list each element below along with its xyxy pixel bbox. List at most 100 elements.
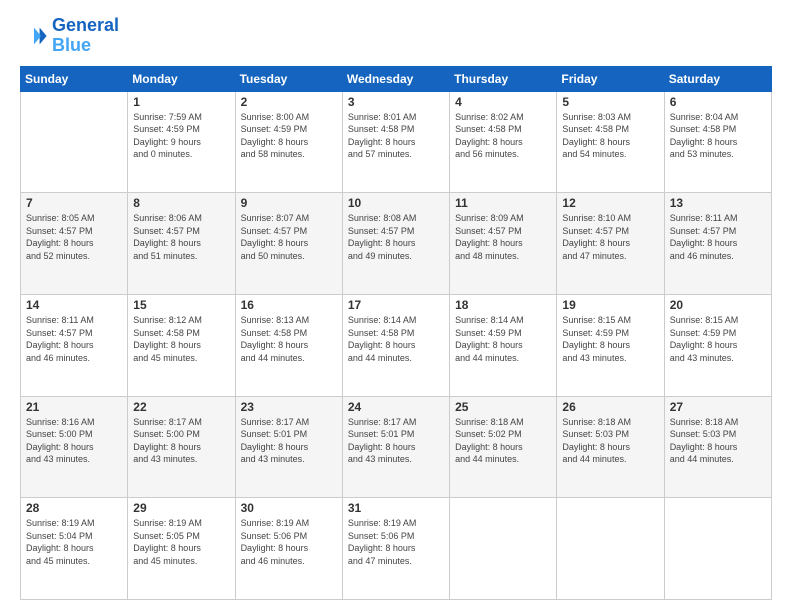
day-info: Sunrise: 8:10 AM Sunset: 4:57 PM Dayligh… — [562, 212, 658, 262]
weekday-header-saturday: Saturday — [664, 66, 771, 91]
day-number: 10 — [348, 196, 444, 210]
day-info: Sunrise: 8:19 AM Sunset: 5:06 PM Dayligh… — [348, 517, 444, 567]
calendar-cell: 11 Sunrise: 8:09 AM Sunset: 4:57 PM Dayli… — [450, 193, 557, 295]
day-number: 31 — [348, 501, 444, 515]
weekday-header-monday: Monday — [128, 66, 235, 91]
day-number: 24 — [348, 400, 444, 414]
day-number: 7 — [26, 196, 122, 210]
day-info: Sunrise: 8:19 AM Sunset: 5:05 PM Dayligh… — [133, 517, 229, 567]
day-number: 11 — [455, 196, 551, 210]
day-info: Sunrise: 8:18 AM Sunset: 5:02 PM Dayligh… — [455, 416, 551, 466]
calendar-cell: 17Sunrise: 8:14 AM Sunset: 4:58 PM Dayli… — [342, 294, 449, 396]
day-number: 14 — [26, 298, 122, 312]
day-info: Sunrise: 8:13 AM Sunset: 4:58 PM Dayligh… — [241, 314, 337, 364]
calendar-cell: 31 Sunrise: 8:19 AM Sunset: 5:06 PM Dayli… — [342, 498, 449, 600]
day-info: Sunrise: 8:01 AM Sunset: 4:58 PM Dayligh… — [348, 111, 444, 161]
day-number: 13 — [670, 196, 766, 210]
weekday-header-friday: Friday — [557, 66, 664, 91]
day-info: Sunrise: 8:02 AM Sunset: 4:58 PM Dayligh… — [455, 111, 551, 161]
weekday-header-row: SundayMondayTuesdayWednesdayThursdayFrid… — [21, 66, 772, 91]
calendar-cell: 26 Sunrise: 8:18 AM Sunset: 5:03 PM Dayli… — [557, 396, 664, 498]
calendar-cell: 9 Sunrise: 8:07 AM Sunset: 4:57 PM Daylig… — [235, 193, 342, 295]
calendar-cell: 7Sunrise: 8:05 AM Sunset: 4:57 PM Daylig… — [21, 193, 128, 295]
calendar-cell: 30 Sunrise: 8:19 AM Sunset: 5:06 PM Dayli… — [235, 498, 342, 600]
calendar-cell: 16Sunrise: 8:13 AM Sunset: 4:58 PM Dayli… — [235, 294, 342, 396]
day-info: Sunrise: 8:14 AM Sunset: 4:58 PM Dayligh… — [348, 314, 444, 364]
weekday-header-wednesday: Wednesday — [342, 66, 449, 91]
week-row-5: 28Sunrise: 8:19 AM Sunset: 5:04 PM Dayli… — [21, 498, 772, 600]
day-info: Sunrise: 8:18 AM Sunset: 5:03 PM Dayligh… — [562, 416, 658, 466]
weekday-header-thursday: Thursday — [450, 66, 557, 91]
calendar-cell: 8 Sunrise: 8:06 AM Sunset: 4:57 PM Daylig… — [128, 193, 235, 295]
calendar-cell: 2 Sunrise: 8:00 AM Sunset: 4:59 PM Daylig… — [235, 91, 342, 193]
calendar-cell — [557, 498, 664, 600]
day-info: Sunrise: 8:09 AM Sunset: 4:57 PM Dayligh… — [455, 212, 551, 262]
day-info: Sunrise: 8:14 AM Sunset: 4:59 PM Dayligh… — [455, 314, 551, 364]
calendar-cell: 29 Sunrise: 8:19 AM Sunset: 5:05 PM Dayli… — [128, 498, 235, 600]
calendar-cell: 6 Sunrise: 8:04 AM Sunset: 4:58 PM Daylig… — [664, 91, 771, 193]
calendar-table: SundayMondayTuesdayWednesdayThursdayFrid… — [20, 66, 772, 600]
page: General Blue SundayMondayTuesdayWednesda… — [0, 0, 792, 612]
day-info: Sunrise: 8:07 AM Sunset: 4:57 PM Dayligh… — [241, 212, 337, 262]
calendar-cell — [664, 498, 771, 600]
calendar-cell — [21, 91, 128, 193]
day-number: 25 — [455, 400, 551, 414]
day-number: 3 — [348, 95, 444, 109]
header: General Blue — [20, 16, 772, 56]
day-number: 18 — [455, 298, 551, 312]
day-info: Sunrise: 8:04 AM Sunset: 4:58 PM Dayligh… — [670, 111, 766, 161]
calendar-cell: 12 Sunrise: 8:10 AM Sunset: 4:57 PM Dayli… — [557, 193, 664, 295]
calendar-cell: 20 Sunrise: 8:15 AM Sunset: 4:59 PM Dayli… — [664, 294, 771, 396]
day-info: Sunrise: 8:15 AM Sunset: 4:59 PM Dayligh… — [562, 314, 658, 364]
day-number: 27 — [670, 400, 766, 414]
day-info: Sunrise: 8:08 AM Sunset: 4:57 PM Dayligh… — [348, 212, 444, 262]
calendar-cell: 24 Sunrise: 8:17 AM Sunset: 5:01 PM Dayli… — [342, 396, 449, 498]
day-info: Sunrise: 8:11 AM Sunset: 4:57 PM Dayligh… — [670, 212, 766, 262]
day-info: Sunrise: 8:11 AM Sunset: 4:57 PM Dayligh… — [26, 314, 122, 364]
calendar-cell: 1 Sunrise: 7:59 AM Sunset: 4:59 PM Daylig… — [128, 91, 235, 193]
logo-icon — [20, 22, 48, 50]
day-number: 9 — [241, 196, 337, 210]
day-number: 6 — [670, 95, 766, 109]
day-info: Sunrise: 8:06 AM Sunset: 4:57 PM Dayligh… — [133, 212, 229, 262]
day-info: Sunrise: 8:16 AM Sunset: 5:00 PM Dayligh… — [26, 416, 122, 466]
day-number: 4 — [455, 95, 551, 109]
day-info: Sunrise: 8:19 AM Sunset: 5:04 PM Dayligh… — [26, 517, 122, 567]
day-info: Sunrise: 8:17 AM Sunset: 5:01 PM Dayligh… — [348, 416, 444, 466]
day-info: Sunrise: 8:15 AM Sunset: 4:59 PM Dayligh… — [670, 314, 766, 364]
day-number: 30 — [241, 501, 337, 515]
day-number: 12 — [562, 196, 658, 210]
day-info: Sunrise: 8:19 AM Sunset: 5:06 PM Dayligh… — [241, 517, 337, 567]
logo: General Blue — [20, 16, 119, 56]
day-number: 19 — [562, 298, 658, 312]
calendar-cell: 22 Sunrise: 8:17 AM Sunset: 5:00 PM Dayli… — [128, 396, 235, 498]
calendar-cell: 14 Sunrise: 8:11 AM Sunset: 4:57 PM Dayli… — [21, 294, 128, 396]
calendar-cell: 5 Sunrise: 8:03 AM Sunset: 4:58 PM Daylig… — [557, 91, 664, 193]
day-number: 1 — [133, 95, 229, 109]
calendar-cell: 28Sunrise: 8:19 AM Sunset: 5:04 PM Dayli… — [21, 498, 128, 600]
day-number: 20 — [670, 298, 766, 312]
day-info: Sunrise: 8:17 AM Sunset: 5:00 PM Dayligh… — [133, 416, 229, 466]
day-number: 29 — [133, 501, 229, 515]
week-row-3: 14 Sunrise: 8:11 AM Sunset: 4:57 PM Dayli… — [21, 294, 772, 396]
day-info: Sunrise: 8:03 AM Sunset: 4:58 PM Dayligh… — [562, 111, 658, 161]
day-number: 15 — [133, 298, 229, 312]
calendar-cell — [450, 498, 557, 600]
calendar-cell: 3 Sunrise: 8:01 AM Sunset: 4:58 PM Daylig… — [342, 91, 449, 193]
day-number: 5 — [562, 95, 658, 109]
calendar-cell: 13 Sunrise: 8:11 AM Sunset: 4:57 PM Dayli… — [664, 193, 771, 295]
day-number: 2 — [241, 95, 337, 109]
day-info: Sunrise: 8:00 AM Sunset: 4:59 PM Dayligh… — [241, 111, 337, 161]
day-info: Sunrise: 8:18 AM Sunset: 5:03 PM Dayligh… — [670, 416, 766, 466]
calendar-cell: 19 Sunrise: 8:15 AM Sunset: 4:59 PM Dayli… — [557, 294, 664, 396]
day-info: Sunrise: 7:59 AM Sunset: 4:59 PM Dayligh… — [133, 111, 229, 161]
weekday-header-tuesday: Tuesday — [235, 66, 342, 91]
weekday-header-sunday: Sunday — [21, 66, 128, 91]
day-number: 8 — [133, 196, 229, 210]
day-number: 26 — [562, 400, 658, 414]
day-number: 22 — [133, 400, 229, 414]
day-info: Sunrise: 8:17 AM Sunset: 5:01 PM Dayligh… — [241, 416, 337, 466]
day-info: Sunrise: 8:12 AM Sunset: 4:58 PM Dayligh… — [133, 314, 229, 364]
calendar-cell: 15 Sunrise: 8:12 AM Sunset: 4:58 PM Dayli… — [128, 294, 235, 396]
calendar-cell: 4 Sunrise: 8:02 AM Sunset: 4:58 PM Daylig… — [450, 91, 557, 193]
